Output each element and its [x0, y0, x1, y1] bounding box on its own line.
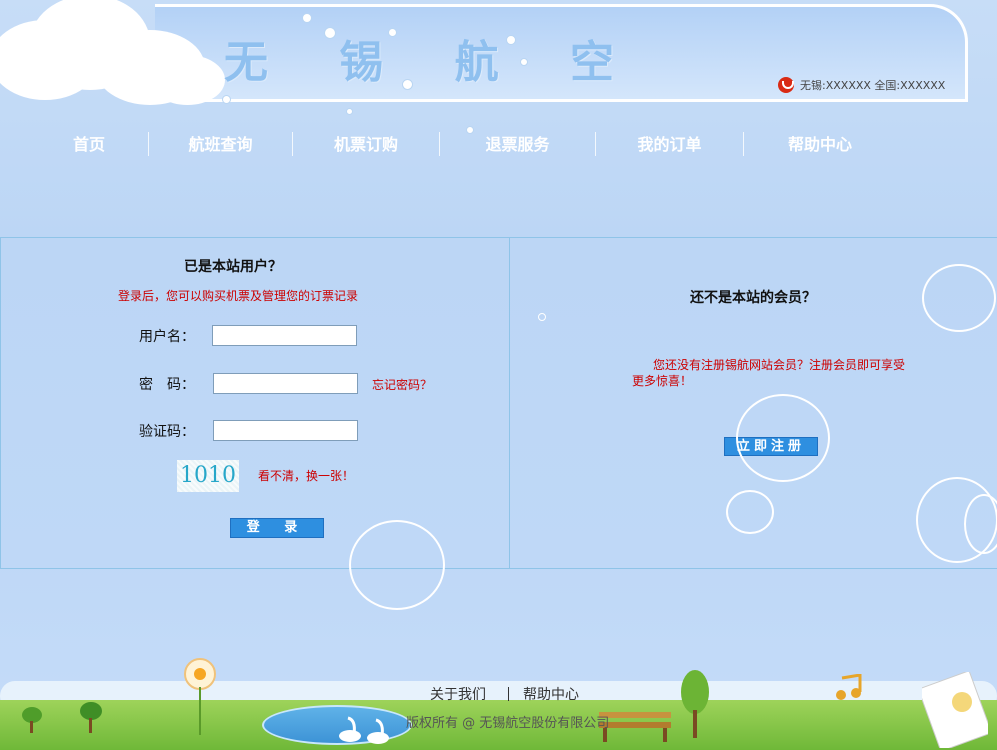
ring-decoration [538, 313, 546, 321]
swan-icon [339, 716, 389, 744]
refresh-captcha-link[interactable]: 看不清，换一张！ [258, 467, 354, 484]
footer-link-divider [508, 687, 509, 701]
captcha-image: 1010 [177, 460, 239, 492]
notebook-icon [922, 672, 988, 748]
captcha-input[interactable] [213, 420, 358, 441]
nav-ticket-booking[interactable]: 机票订购 [293, 128, 439, 164]
nav-help-center[interactable]: 帮助中心 [744, 128, 896, 164]
footer-links: 关于我们 帮助中心 [430, 684, 579, 704]
bubble-decoration [388, 28, 397, 37]
bubble-decoration [302, 13, 312, 23]
bubble-decoration [346, 108, 353, 115]
nav-home[interactable]: 首页 [30, 128, 148, 164]
bubble-decoration [324, 27, 336, 39]
login-title: 已是本站用户？ [184, 259, 282, 275]
bubble-decoration [520, 58, 528, 66]
hotline-text: 无锡:XXXXXX 全国:XXXXXX [800, 79, 946, 92]
ring-decoration [726, 490, 774, 534]
nav-refund-service[interactable]: 退票服务 [440, 128, 595, 164]
tree-icon [681, 670, 709, 738]
copyright-text: 版权所有 @ 无锡航空股份有限公司 [406, 716, 610, 731]
panel-divider [509, 238, 510, 569]
bubble-decoration [506, 35, 516, 45]
header: 无 锡 航 空 无锡:XXXXXX 全国:XXXXXX [0, 0, 997, 134]
hotline: 无锡:XXXXXX 全国:XXXXXX [778, 77, 945, 93]
ring-decoration [922, 264, 996, 332]
tree-icon [80, 702, 102, 733]
password-input[interactable] [213, 373, 358, 394]
phone-icon [778, 77, 794, 93]
footer-link-about[interactable]: 关于我们 [430, 684, 486, 704]
footer-link-help[interactable]: 帮助中心 [523, 684, 579, 704]
ring-decoration [736, 394, 830, 482]
nav-my-orders[interactable]: 我的订单 [596, 128, 743, 164]
username-input[interactable] [212, 325, 357, 346]
music-note-icon [836, 674, 862, 700]
login-button[interactable]: 登 录 [230, 518, 324, 538]
ring-decoration [349, 520, 445, 610]
ring-decoration [964, 494, 997, 554]
flower-icon [184, 658, 216, 735]
site-logo[interactable]: 无 锡 航 空 [224, 26, 642, 90]
register-hint: 您还没有注册锡航网站会员？注册会员即可享受更多惊喜！ [632, 358, 906, 388]
bubble-decoration [222, 95, 231, 104]
forgot-password-link[interactable]: 忘记密码？ [372, 376, 432, 393]
password-label: 密 码： [139, 377, 195, 393]
register-title: 还不是本站的会员？ [690, 290, 816, 306]
captcha-label: 验证码： [139, 424, 195, 440]
cloud-decoration [150, 55, 225, 105]
tree-icon [22, 707, 42, 733]
username-label: 用户名： [139, 329, 195, 345]
nav-flight-search[interactable]: 航班查询 [149, 128, 292, 164]
main-nav: 首页 航班查询 机票订购 退票服务 我的订单 帮助中心 [30, 128, 950, 164]
bubble-decoration [402, 79, 413, 90]
login-hint: 登录后，您可以购买机票及管理您的订票记录 [118, 289, 359, 303]
